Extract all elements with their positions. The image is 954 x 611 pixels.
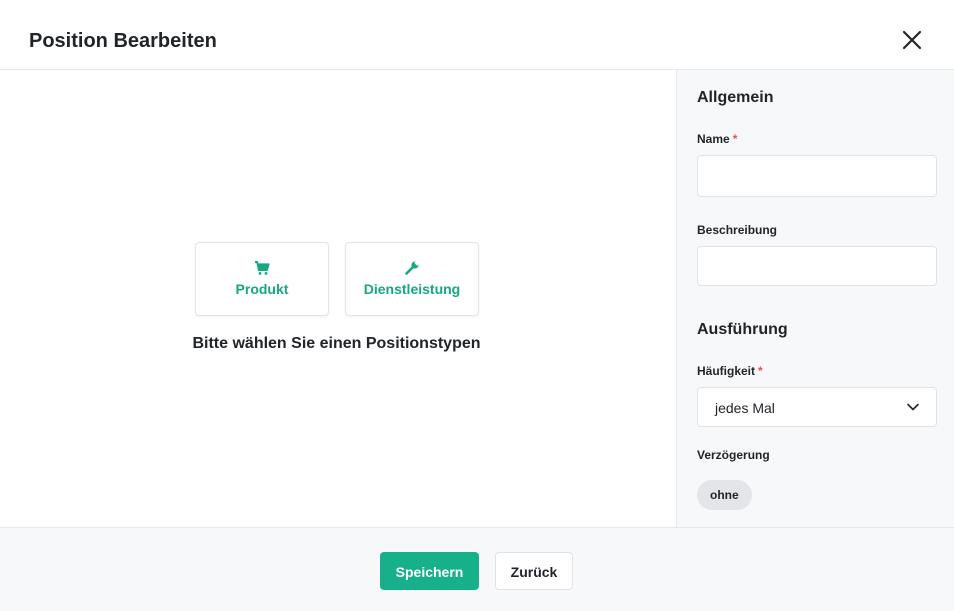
service-type-card[interactable]: Dienstleistung: [345, 242, 479, 316]
close-icon: [902, 30, 922, 50]
close-button[interactable]: [898, 26, 926, 54]
dialog-footer: Speichern Zurück: [0, 527, 954, 611]
name-required-mark: *: [732, 132, 738, 146]
product-type-card[interactable]: Produkt: [195, 242, 329, 316]
dialog-title: Position Bearbeiten: [29, 30, 217, 52]
description-input[interactable]: [697, 246, 937, 286]
back-button[interactable]: Zurück: [495, 552, 573, 590]
dialog-header: Position Bearbeiten: [0, 0, 954, 70]
type-hint: Bitte wählen Sie einen Positionstypen: [192, 335, 481, 352]
settings-sidebar: Allgemein Name * Beschreibung Ausführung …: [676, 70, 954, 527]
frequency-label-text: Häufigkeit: [697, 364, 756, 378]
frequency-select[interactable]: jedes Mal: [697, 387, 937, 427]
product-type-label: Produkt: [235, 281, 289, 297]
service-type-label: Dienstleistung: [363, 281, 461, 297]
save-button[interactable]: Speichern: [380, 552, 479, 590]
delay-field-label: Verzögerung: [697, 448, 770, 462]
general-section-title: Allgemein: [697, 89, 774, 106]
position-type-area: Produkt Dienstleistung Bitte wählen Sie …: [0, 70, 677, 527]
execution-section-title: Ausführung: [697, 321, 788, 338]
name-input[interactable]: [697, 155, 937, 197]
frequency-required-mark: *: [758, 364, 763, 378]
cart-icon: [255, 261, 270, 275]
wrench-icon: [405, 260, 420, 275]
frequency-field-label: Häufigkeit *: [697, 363, 763, 379]
description-field-label: Beschreibung: [697, 223, 778, 237]
edit-position-dialog: Position Bearbeiten Produkt Dienstleistu…: [0, 0, 954, 611]
frequency-select-value: jedes Mal: [715, 400, 775, 416]
name-label-text: Name: [697, 132, 730, 146]
delay-chip[interactable]: ohne: [697, 480, 752, 510]
name-field-label: Name *: [697, 131, 737, 147]
chevron-down-icon: [907, 403, 919, 411]
